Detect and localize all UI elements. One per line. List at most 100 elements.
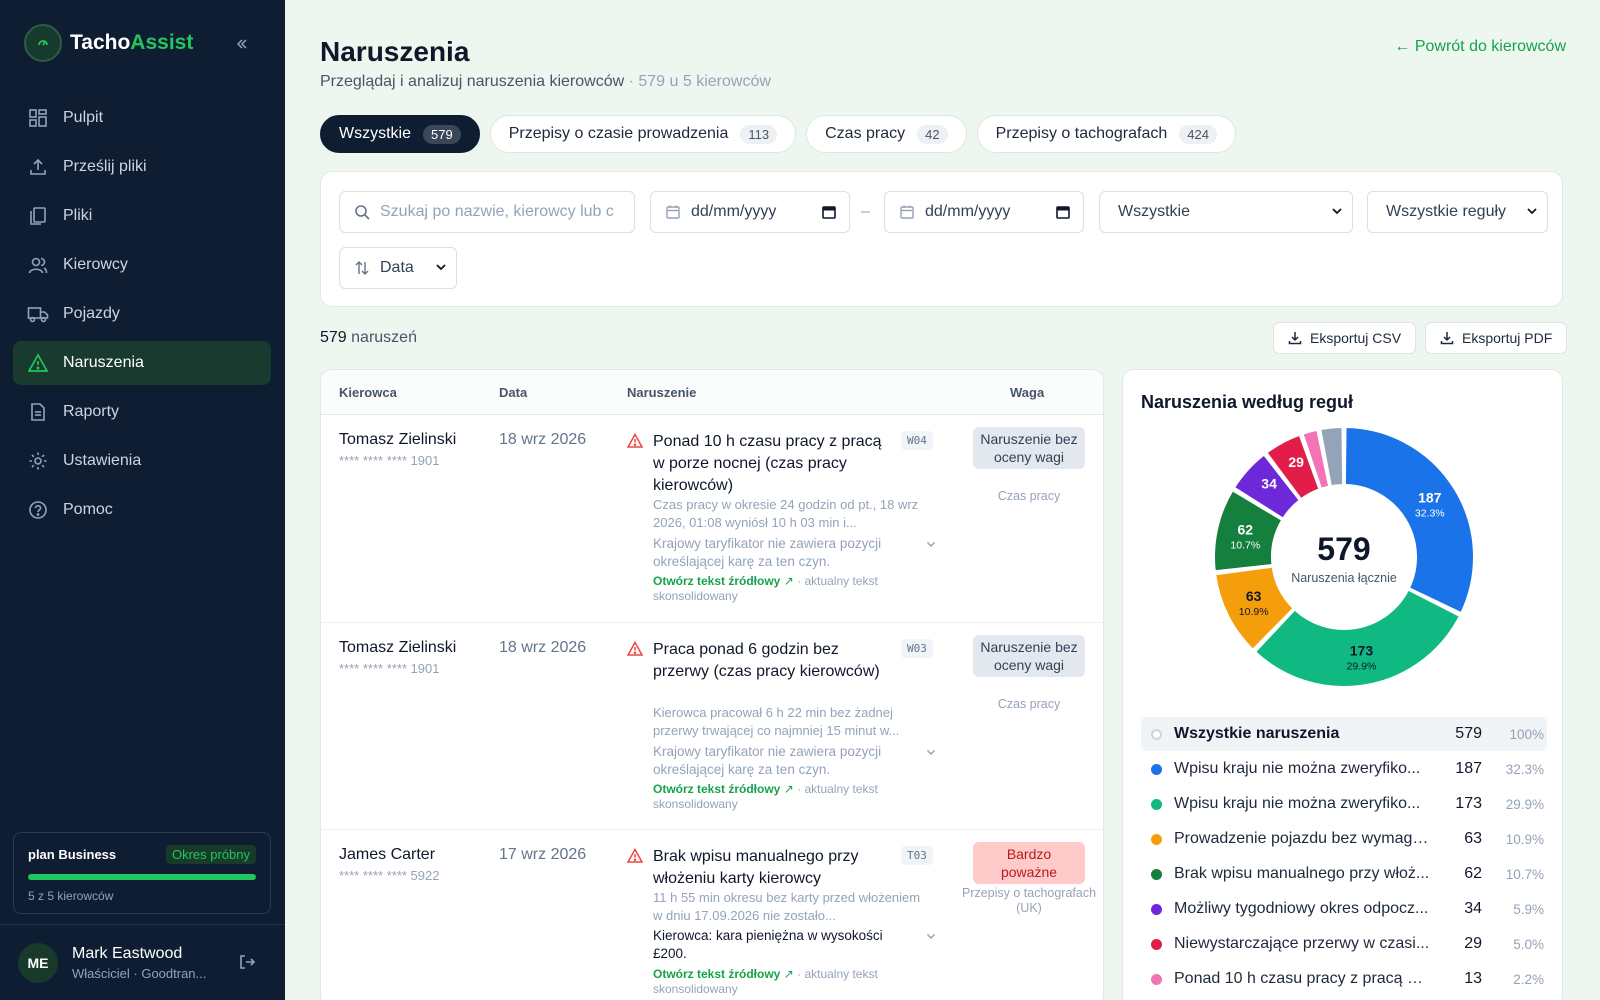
date-from-value: dd/mm/yyyy: [691, 203, 777, 220]
chart-center-label: Naruszenia łącznie: [1291, 571, 1397, 585]
legend-count: 13: [1464, 970, 1482, 987]
collapse-sidebar-icon[interactable]: [230, 32, 254, 56]
open-source-link[interactable]: Otwórz tekst źródłowy: [653, 967, 780, 981]
legend-percent: 10.9%: [1505, 831, 1544, 847]
column-header-driver[interactable]: Kierowca: [339, 370, 397, 415]
chevron-down-icon[interactable]: [925, 745, 937, 763]
table-row[interactable]: James Carter **** **** **** 5922 17 wrz …: [321, 830, 1103, 1000]
date-to-field[interactable]: dd/mm/yyyy: [884, 191, 1084, 233]
violation-description: Czas pracy w okresie 24 godzin od pt., 1…: [653, 497, 919, 530]
column-header-severity[interactable]: Waga: [1010, 370, 1044, 415]
users-icon: [27, 254, 49, 276]
slice-value-label: 62: [1238, 522, 1254, 538]
files-icon: [27, 205, 49, 227]
rules-select-value: Wszystkie reguły: [1386, 203, 1507, 220]
report-icon: [27, 401, 49, 423]
penalty-note: Krajowy taryfikator nie zawiera pozycji …: [653, 744, 882, 777]
legend-percent: 10.7%: [1505, 866, 1544, 882]
plan-usage-fill: [28, 874, 256, 880]
open-source-link[interactable]: Otwórz tekst źródłowy: [653, 782, 780, 796]
tab-przepisy-czas-prowadzenia[interactable]: Przepisy o czasie prowadzenia 113: [489, 115, 797, 153]
sidebar-item-label: Pulpit: [63, 109, 104, 126]
tab-label: Przepisy o czasie prowadzenia: [508, 125, 729, 142]
warning-icon: [626, 640, 644, 662]
severity-select[interactable]: Wszystkie: [1099, 191, 1353, 233]
user-role: Właściciel · Goodtran...: [72, 965, 207, 981]
date-from-field[interactable]: dd/mm/yyyy: [650, 191, 850, 233]
logout-icon[interactable]: [238, 953, 258, 973]
filters-panel: Szukaj po nazwie, kierowcy lub c dd/mm/y…: [320, 171, 1563, 307]
legend-item-all[interactable]: Wszystkie naruszenia 579 100%: [1141, 717, 1547, 751]
violation-date: 18 wrz 2026: [499, 639, 587, 656]
driver-card-number: **** **** **** 5922: [339, 868, 440, 883]
sort-button[interactable]: Data: [339, 247, 457, 289]
violation-category: Przepisy o tachografach (UK): [961, 886, 1097, 915]
legend-item[interactable]: Prowadzenie pojazdu bez wymaga... 63 10.9%: [1141, 822, 1547, 856]
driver-name[interactable]: Tomasz Zielinski: [339, 431, 456, 449]
tab-label: Czas pracy: [825, 125, 906, 142]
rules-select[interactable]: Wszystkie reguły: [1367, 191, 1548, 233]
sidebar-item-label: Pomoc: [63, 501, 113, 518]
tab-czas-pracy[interactable]: Czas pracy 42: [806, 115, 967, 153]
sidebar-item-pomoc[interactable]: Pomoc: [13, 488, 271, 532]
legend-item[interactable]: Ponad 10 h czasu pracy z pracą w ... 13 2.…: [1141, 962, 1547, 996]
calendar-picker-icon[interactable]: [1055, 204, 1071, 225]
column-header-violation[interactable]: Naruszenie: [627, 370, 696, 415]
legend-item[interactable]: Możliwy tygodniowy okres odpocz... 34 5.9%: [1141, 892, 1547, 926]
search-input[interactable]: Szukaj po nazwie, kierowcy lub c: [339, 191, 635, 233]
legend-dot: [1151, 938, 1162, 950]
driver-name[interactable]: James Carter: [339, 846, 435, 864]
violations-by-rule-card: Naruszenia według reguł 187 32.3% 173 29.9%…: [1122, 369, 1563, 1000]
source-line: Otwórz tekst źródłowy ↗ · aktualny tekst…: [653, 782, 929, 812]
download-icon: [1288, 331, 1302, 345]
plan-usage-text: 5 z 5 kierowców: [28, 889, 114, 903]
slice-percent-label: 29.9%: [1347, 660, 1377, 672]
sidebar-item-kierowcy[interactable]: Kierowcy: [13, 243, 271, 287]
driver-card-number: **** **** **** 1901: [339, 661, 440, 676]
tab-wszystkie[interactable]: Wszystkie 579: [320, 115, 480, 153]
driver-name[interactable]: Tomasz Zielinski: [339, 639, 456, 657]
sidebar-item-pulpit[interactable]: Pulpit: [13, 96, 271, 140]
export-pdf-button[interactable]: Eksportuj PDF: [1425, 322, 1568, 354]
slice-value-label: 63: [1246, 588, 1262, 604]
violation-title: Brak wpisu manualnego przy włożeniu kart…: [653, 848, 859, 887]
brand[interactable]: TachoAssist: [24, 24, 193, 62]
column-header-date[interactable]: Data: [499, 370, 527, 415]
sidebar-item-pliki[interactable]: Pliki: [13, 194, 271, 238]
slice-value-label: 187: [1418, 490, 1442, 506]
source-line: Otwórz tekst źródłowy ↗ · aktualny tekst…: [653, 967, 929, 997]
open-source-link[interactable]: Otwórz tekst źródłowy: [653, 574, 780, 588]
sidebar-item-raporty[interactable]: Raporty: [13, 390, 271, 434]
tab-przepisy-tachografy[interactable]: Przepisy o tachografach 424: [976, 115, 1236, 153]
sidebar-nav: Pulpit Prześlij pliki Pliki Kierowcy Poj…: [13, 96, 271, 537]
chevron-down-icon: [434, 260, 448, 279]
legend-percent: 5.0%: [1513, 936, 1544, 952]
export-csv-button[interactable]: Eksportuj CSV: [1273, 322, 1417, 354]
donut-chart: 187 32.3% 173 29.9% 63 10.9% 62 10.7% 34 29 579 N…: [1213, 425, 1475, 688]
user-profile[interactable]: ME Mark Eastwood Właściciel · Goodtran..…: [0, 924, 285, 1000]
sidebar-item-naruszenia[interactable]: Naruszenia: [13, 341, 271, 385]
table-row[interactable]: Tomasz Zielinski **** **** **** 1901 18 …: [321, 415, 1103, 623]
legend-item[interactable]: Brak wpisu manualnego przy włoż... 62 10.7…: [1141, 857, 1547, 891]
sidebar-item-label: Ustawienia: [63, 452, 142, 469]
sidebar-item-przeslij-pliki[interactable]: Prześlij pliki: [13, 145, 271, 189]
category-tabs: Wszystkie 579 Przepisy o czasie prowadzen…: [320, 115, 1246, 153]
date-to-value: dd/mm/yyyy: [925, 203, 1011, 220]
calendar-picker-icon[interactable]: [821, 204, 837, 225]
back-to-drivers-link[interactable]: ← Powrót do kierowców: [1394, 38, 1566, 56]
external-link-icon: ↗: [783, 967, 794, 981]
legend-item[interactable]: Wpisu kraju nie można zweryfiko... 187 32.…: [1141, 752, 1547, 786]
penalty-note: Krajowy taryfikator nie zawiera pozycji …: [653, 536, 882, 569]
donut-slice[interactable]: [1343, 425, 1475, 615]
sidebar-item-pojazdy[interactable]: Pojazdy: [13, 292, 271, 336]
table-row[interactable]: Tomasz Zielinski **** **** **** 1901 18 …: [321, 623, 1103, 830]
legend-item[interactable]: Niewystarczające przerwy w czasi... 29 5.0…: [1141, 927, 1547, 961]
chevron-down-icon[interactable]: [925, 537, 937, 555]
sidebar-item-ustawienia[interactable]: Ustawienia: [13, 439, 271, 483]
legend-count: 173: [1455, 795, 1482, 812]
legend-item[interactable]: Wpisu kraju nie można zweryfiko... 173 29.…: [1141, 787, 1547, 821]
legend-label: Możliwy tygodniowy okres odpocz...: [1174, 900, 1429, 917]
legend-percent: 5.9%: [1513, 901, 1544, 917]
chevron-down-icon[interactable]: [925, 929, 937, 947]
help-icon: [27, 499, 49, 521]
